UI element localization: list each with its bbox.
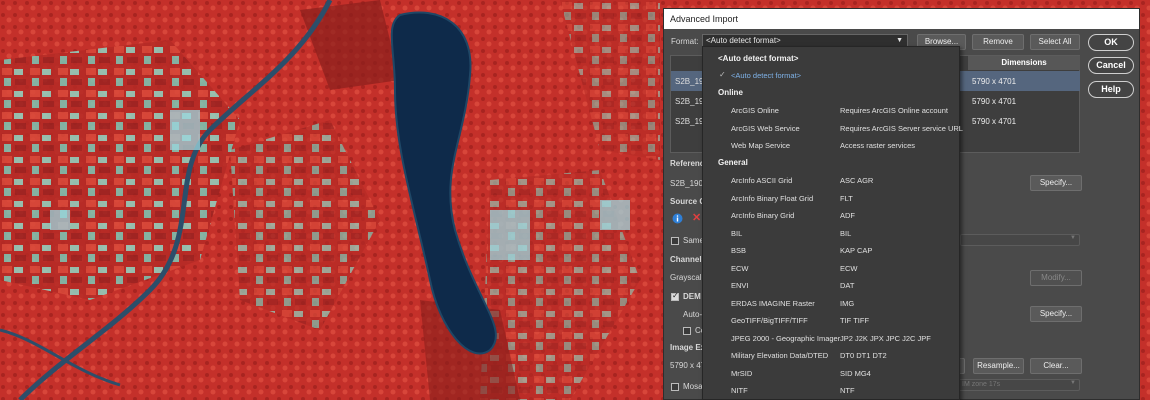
dropdown-item-ext: JP2 J2K JPX JPC J2C JPF [840,334,931,343]
checkmark-icon: ✓ [719,70,726,79]
dropdown-item-ext: DT0 DT1 DT2 [840,351,887,360]
dropdown-item-ext: ADF [840,211,855,220]
dropdown-header-item[interactable]: <Auto detect format> [718,54,798,63]
source-section-label: Source C [670,197,706,206]
chevron-down-icon: ▼ [1070,380,1076,386]
ok-button[interactable]: OK [1088,34,1134,51]
same-checkbox[interactable] [671,237,679,245]
dropdown-item-ext: BIL [840,229,852,238]
dropdown-item[interactable]: MrSID [731,369,752,378]
dimensions-column-header[interactable]: Dimensions [968,56,1080,70]
select-all-button[interactable]: Select All [1030,34,1080,50]
format-select-value: <Auto detect format> [706,36,781,45]
dropdown-item[interactable]: JPEG 2000 - Geographic Imager [731,334,840,343]
cancel-button[interactable]: Cancel [1088,57,1134,74]
dropdown-item-ext: SID MG4 [840,369,871,378]
chevron-down-icon: ▼ [1070,235,1076,241]
format-label: Format: [671,37,699,46]
resample-button[interactable]: Resample... [973,358,1024,374]
co-checkbox[interactable] [683,327,691,335]
dropdown-item-ext: NTF [840,386,855,395]
file-dimensions: 5790 x 4701 [972,77,1017,86]
dropdown-item[interactable]: BSB [731,246,746,255]
image-extent-section-label: Image Ex [670,343,706,352]
dem-checkbox[interactable] [671,291,679,301]
help-button[interactable]: Help [1088,81,1134,98]
remove-x-icon[interactable]: ✕ [692,211,701,224]
dropdown-item[interactable]: NITF [731,386,748,395]
dropdown-item-ext: Requires ArcGIS Server service URL [840,124,963,133]
dropdown-item-ext: ECW [840,264,858,273]
crs-value: IM zone 17s [962,381,1001,388]
file-dimensions: 5790 x 4701 [972,117,1017,126]
dropdown-item[interactable]: ArcInfo Binary Grid [731,211,794,220]
dropdown-item-ext: DAT [840,281,855,290]
dropdown-item[interactable]: GeoTIFF/BigTIFF/TIFF [731,316,808,325]
dem-specify-button[interactable]: Specify... [1030,306,1082,322]
dropdown-selected-item[interactable]: <Auto detect format> [731,71,801,80]
dropdown-group-general: General [718,158,748,167]
dropdown-item[interactable]: ERDAS IMAGINE Raster [731,299,815,308]
dropdown-group-online: Online [718,88,743,97]
dropdown-item-ext: Access raster services [840,141,916,150]
dropdown-item-ext: KAP CAP [840,246,873,255]
dropdown-item[interactable]: ECW [731,264,749,273]
channel-value: Grayscale [670,273,707,282]
dropdown-item-ext: ASC AGR [840,176,874,185]
modify-button[interactable]: Modify... [1030,270,1082,286]
dropdown-item-ext: FLT [840,194,853,203]
image-extent-value: 5790 x 47 [670,361,706,370]
clear-button[interactable]: Clear... [1030,358,1082,374]
same-label: Same [683,236,704,245]
dropdown-item-ext: TIF TIFF [840,316,870,325]
info-icon[interactable] [672,213,683,224]
dropdown-item[interactable]: BIL [731,229,742,238]
source-select[interactable]: ▼ [960,234,1080,246]
dropdown-item-ext: Requires ArcGIS Online account [840,106,948,115]
remove-button[interactable]: Remove [972,34,1024,50]
reference-section-label: Referenc [670,159,705,168]
dropdown-item[interactable]: ArcGIS Web Service [731,124,800,133]
dropdown-item[interactable]: Military Elevation Data/DTED [731,351,828,360]
dropdown-item[interactable]: Web Map Service [731,141,790,150]
dropdown-item[interactable]: ENVI [731,281,749,290]
mosaic-checkbox[interactable] [671,383,679,391]
dropdown-item[interactable]: ArcInfo Binary Float Grid [731,194,813,203]
file-dimensions: 5790 x 4701 [972,97,1017,106]
format-dropdown-list[interactable]: <Auto detect format> ✓ <Auto detect form… [702,46,963,400]
reference-specify-button[interactable]: Specify... [1030,175,1082,191]
dropdown-item-ext: IMG [840,299,855,308]
crs-select[interactable]: IM zone 17s ▼ [958,379,1080,391]
channel-section-label: Channel [670,255,702,264]
dropdown-item[interactable]: ArcGIS Online [731,106,779,115]
dropdown-item[interactable]: ArcInfo ASCII Grid [731,176,792,185]
dialog-title: Advanced Import [664,9,1139,29]
